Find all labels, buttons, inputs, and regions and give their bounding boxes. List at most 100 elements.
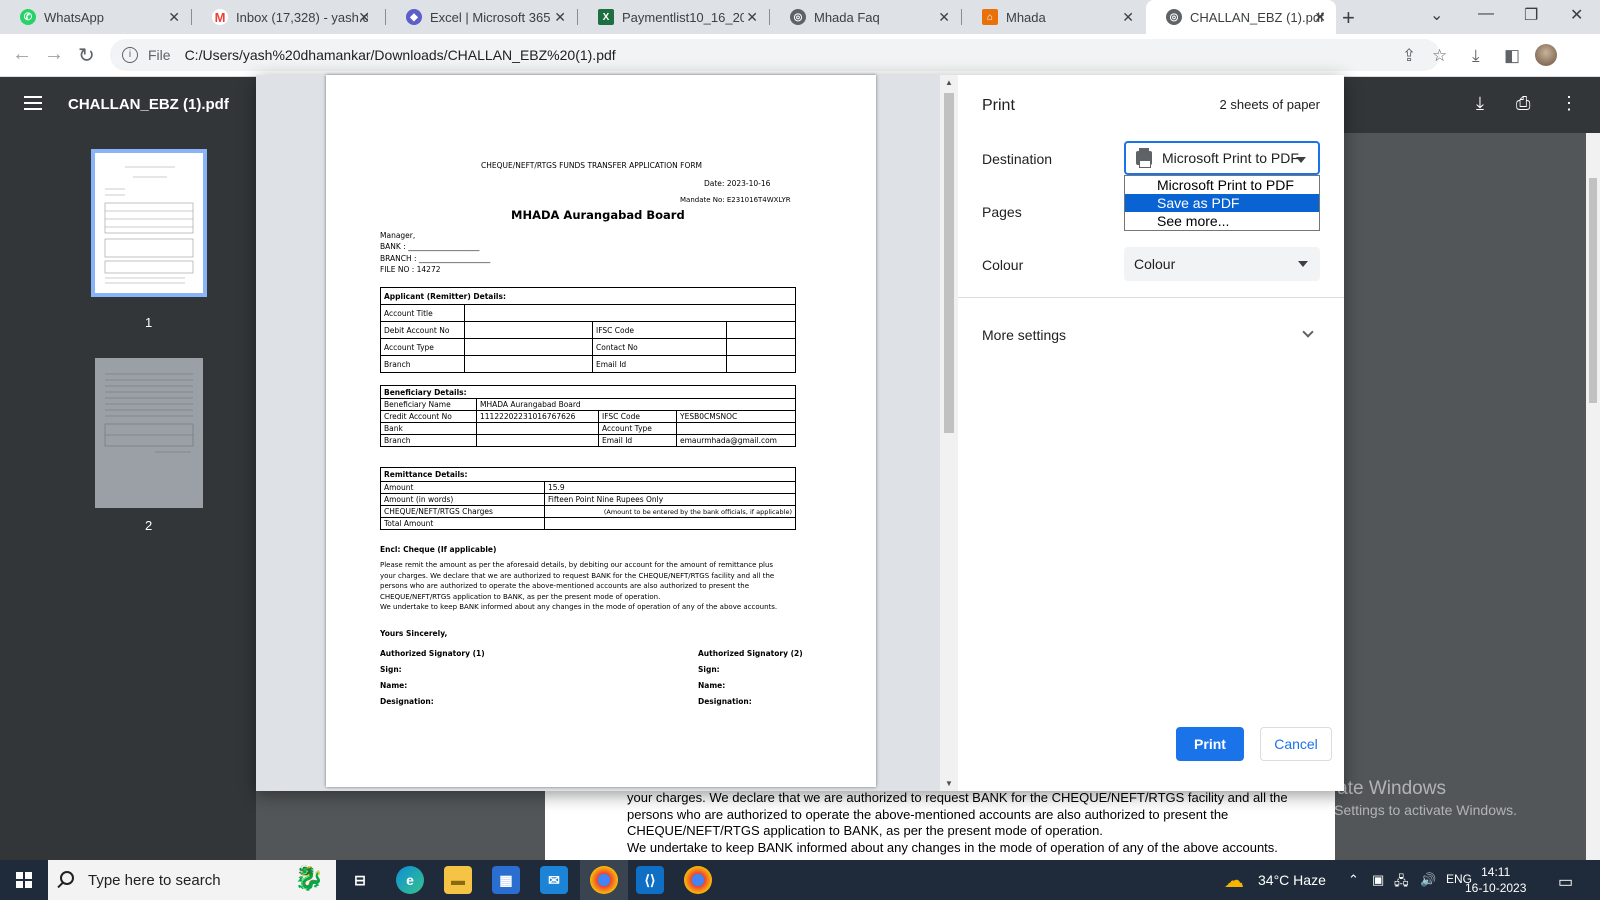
menu-icon[interactable] bbox=[24, 96, 42, 110]
volume-icon[interactable]: 🔊 bbox=[1420, 872, 1436, 888]
store-icon[interactable]: ▦ bbox=[492, 866, 520, 894]
table-cell bbox=[676, 422, 796, 435]
notifications-icon[interactable]: ▭ bbox=[1558, 872, 1573, 892]
windows-taskbar: Type here to search 🐉 ⊟ e ▬ ▦ ✉ ⟨⟩ ☁ 34°… bbox=[0, 860, 1600, 900]
preview-scrollbar[interactable]: ▲ ▼ bbox=[940, 75, 958, 791]
table-cell: Email Id bbox=[592, 355, 727, 373]
vscode-icon[interactable]: ⟨⟩ bbox=[636, 866, 664, 894]
clock-date: 16-10-2023 bbox=[1465, 881, 1527, 895]
weather-icon[interactable]: ☁ bbox=[1224, 868, 1244, 893]
close-window-icon[interactable]: ✕ bbox=[1570, 5, 1583, 25]
page-thumbnail[interactable] bbox=[95, 358, 203, 508]
option-microsoft-print-to-pdf[interactable]: Microsoft Print to PDF bbox=[1125, 176, 1319, 194]
file-explorer-icon[interactable]: ▬ bbox=[444, 866, 472, 894]
scrollbar-thumb[interactable] bbox=[1589, 178, 1597, 403]
chrome-profile-icon[interactable] bbox=[590, 866, 618, 894]
windows-start-icon[interactable] bbox=[16, 872, 32, 888]
minimize-icon[interactable]: — bbox=[1478, 5, 1494, 23]
tab-title: CHALLAN_EBZ (1).pdf bbox=[1190, 9, 1324, 25]
tab-gmail[interactable]: M Inbox (17,328) - yash.d ✕ bbox=[192, 0, 380, 34]
cancel-button[interactable]: Cancel bbox=[1260, 727, 1332, 761]
signatory-1: Authorized Signatory (1) bbox=[380, 649, 485, 658]
tab-excel-365[interactable]: ◆ Excel | Microsoft 365 ✕ bbox=[386, 0, 576, 34]
page-thumbnail[interactable] bbox=[91, 149, 207, 297]
table-cell: MHADA Aurangabad Board bbox=[476, 398, 796, 411]
share-icon[interactable]: ⇪ bbox=[1402, 46, 1416, 66]
edge-icon[interactable]: e bbox=[396, 866, 424, 894]
clock[interactable]: 14:11 16-10-2023 bbox=[1465, 864, 1526, 896]
table-cell bbox=[464, 355, 593, 373]
form-paragraph: We undertake to keep BANK informed about… bbox=[380, 603, 778, 611]
form-encl: Encl: Cheque (If applicable) bbox=[380, 545, 497, 554]
close-icon[interactable]: ✕ bbox=[1314, 9, 1326, 26]
device-icon[interactable]: ▣ bbox=[1372, 872, 1384, 888]
destination-select[interactable]: Microsoft Print to PDF bbox=[1124, 141, 1320, 175]
document-line: your charges. We declare that we are aut… bbox=[627, 790, 1288, 805]
reload-icon[interactable]: ↻ bbox=[78, 43, 95, 68]
divider bbox=[958, 297, 1344, 298]
forward-icon[interactable]: → bbox=[44, 43, 64, 66]
search-placeholder: Type here to search bbox=[88, 871, 221, 889]
network-icon[interactable]: 🖧 bbox=[1394, 872, 1409, 894]
close-icon[interactable]: ✕ bbox=[1122, 9, 1134, 26]
tab-mhada[interactable]: ⌂ Mhada ✕ bbox=[962, 0, 1144, 34]
tab-paymentlist[interactable]: X Paymentlist10_16_2023 ✕ bbox=[578, 0, 768, 34]
downloads-icon[interactable]: ⤓ bbox=[1472, 46, 1480, 66]
colour-select[interactable]: Colour bbox=[1124, 247, 1320, 281]
close-icon[interactable]: ✕ bbox=[168, 9, 180, 26]
print-button[interactable]: Print bbox=[1176, 727, 1244, 761]
tab-search-chevron-icon[interactable]: ⌄ bbox=[1430, 5, 1443, 25]
more-settings-toggle[interactable]: More settings bbox=[982, 327, 1066, 343]
task-view-icon[interactable]: ⊟ bbox=[346, 866, 374, 894]
table-cell: Account Type bbox=[380, 338, 465, 356]
colour-label: Colour bbox=[982, 257, 1024, 273]
chevron-down-icon[interactable] bbox=[1302, 326, 1314, 338]
taskbar-search[interactable]: Type here to search 🐉 bbox=[48, 860, 336, 900]
bookmark-star-icon[interactable]: ☆ bbox=[1432, 46, 1447, 66]
sign-label: Sign: bbox=[698, 665, 720, 674]
form-mandate: Mandate No: E231016T4WXLYR bbox=[680, 196, 791, 204]
signatory-2: Authorized Signatory (2) bbox=[698, 649, 803, 658]
print-title: Print bbox=[982, 97, 1015, 114]
table-cell: CHEQUE/NEFT/RTGS Charges bbox=[380, 505, 545, 518]
scroll-down-icon[interactable]: ▼ bbox=[945, 779, 953, 788]
close-icon[interactable]: ✕ bbox=[358, 9, 370, 26]
pages-label: Pages bbox=[982, 204, 1022, 220]
info-icon[interactable]: i bbox=[122, 47, 138, 63]
weather-text[interactable]: 34°C Haze bbox=[1258, 872, 1326, 888]
tab-challan-pdf[interactable]: ◎ CHALLAN_EBZ (1).pdf ✕ bbox=[1146, 0, 1336, 34]
profile-avatar[interactable] bbox=[1535, 44, 1557, 66]
close-icon[interactable]: ✕ bbox=[938, 9, 950, 26]
tab-title: Mhada bbox=[1006, 9, 1046, 25]
scroll-up-icon[interactable]: ▲ bbox=[945, 78, 953, 87]
mail-icon[interactable]: ✉ bbox=[540, 866, 568, 894]
download-icon[interactable]: ⤓ bbox=[1476, 93, 1484, 114]
table-cell bbox=[726, 338, 796, 356]
option-see-more[interactable]: See more... bbox=[1125, 212, 1319, 230]
tray-chevron-icon[interactable]: ⌃ bbox=[1348, 872, 1359, 888]
close-icon[interactable]: ✕ bbox=[746, 9, 758, 26]
remittance-table: Remittance Details: Amount 15.9 Amount (i… bbox=[380, 467, 796, 530]
side-panel-icon[interactable]: ◧ bbox=[1504, 46, 1520, 66]
new-tab-icon[interactable]: + bbox=[1342, 5, 1355, 31]
tab-mhada-faq[interactable]: ◎ Mhada Faq ✕ bbox=[770, 0, 960, 34]
viewer-scrollbar[interactable] bbox=[1586, 133, 1600, 860]
tab-title: Mhada Faq bbox=[814, 9, 880, 25]
table-cell: Bank bbox=[380, 422, 477, 435]
back-icon[interactable]: ← bbox=[12, 43, 32, 66]
tab-whatsapp[interactable]: ✆ WhatsApp ✕ bbox=[0, 0, 190, 34]
restore-icon[interactable]: ❐ bbox=[1524, 5, 1538, 25]
print-dialog: CHEQUE/NEFT/RTGS FUNDS TRANSFER APPLICAT… bbox=[256, 75, 1344, 791]
more-icon[interactable]: ⋮ bbox=[1560, 93, 1578, 114]
print-settings: Print 2 sheets of paper Destination Micr… bbox=[958, 75, 1344, 791]
chrome-icon[interactable] bbox=[684, 866, 712, 894]
form-board-title: MHADA Aurangabad Board bbox=[511, 208, 685, 222]
table-cell bbox=[464, 321, 593, 339]
whatsapp-icon: ✆ bbox=[20, 9, 36, 25]
print-icon[interactable]: ⎙ bbox=[1516, 93, 1530, 114]
address-bar[interactable]: i File C:/Users/yash%20dhamankar/Downloa… bbox=[110, 39, 1440, 71]
office-icon: ◆ bbox=[406, 9, 422, 25]
option-save-as-pdf[interactable]: Save as PDF bbox=[1125, 194, 1319, 212]
close-icon[interactable]: ✕ bbox=[554, 9, 566, 26]
scrollbar-thumb[interactable] bbox=[944, 93, 954, 433]
